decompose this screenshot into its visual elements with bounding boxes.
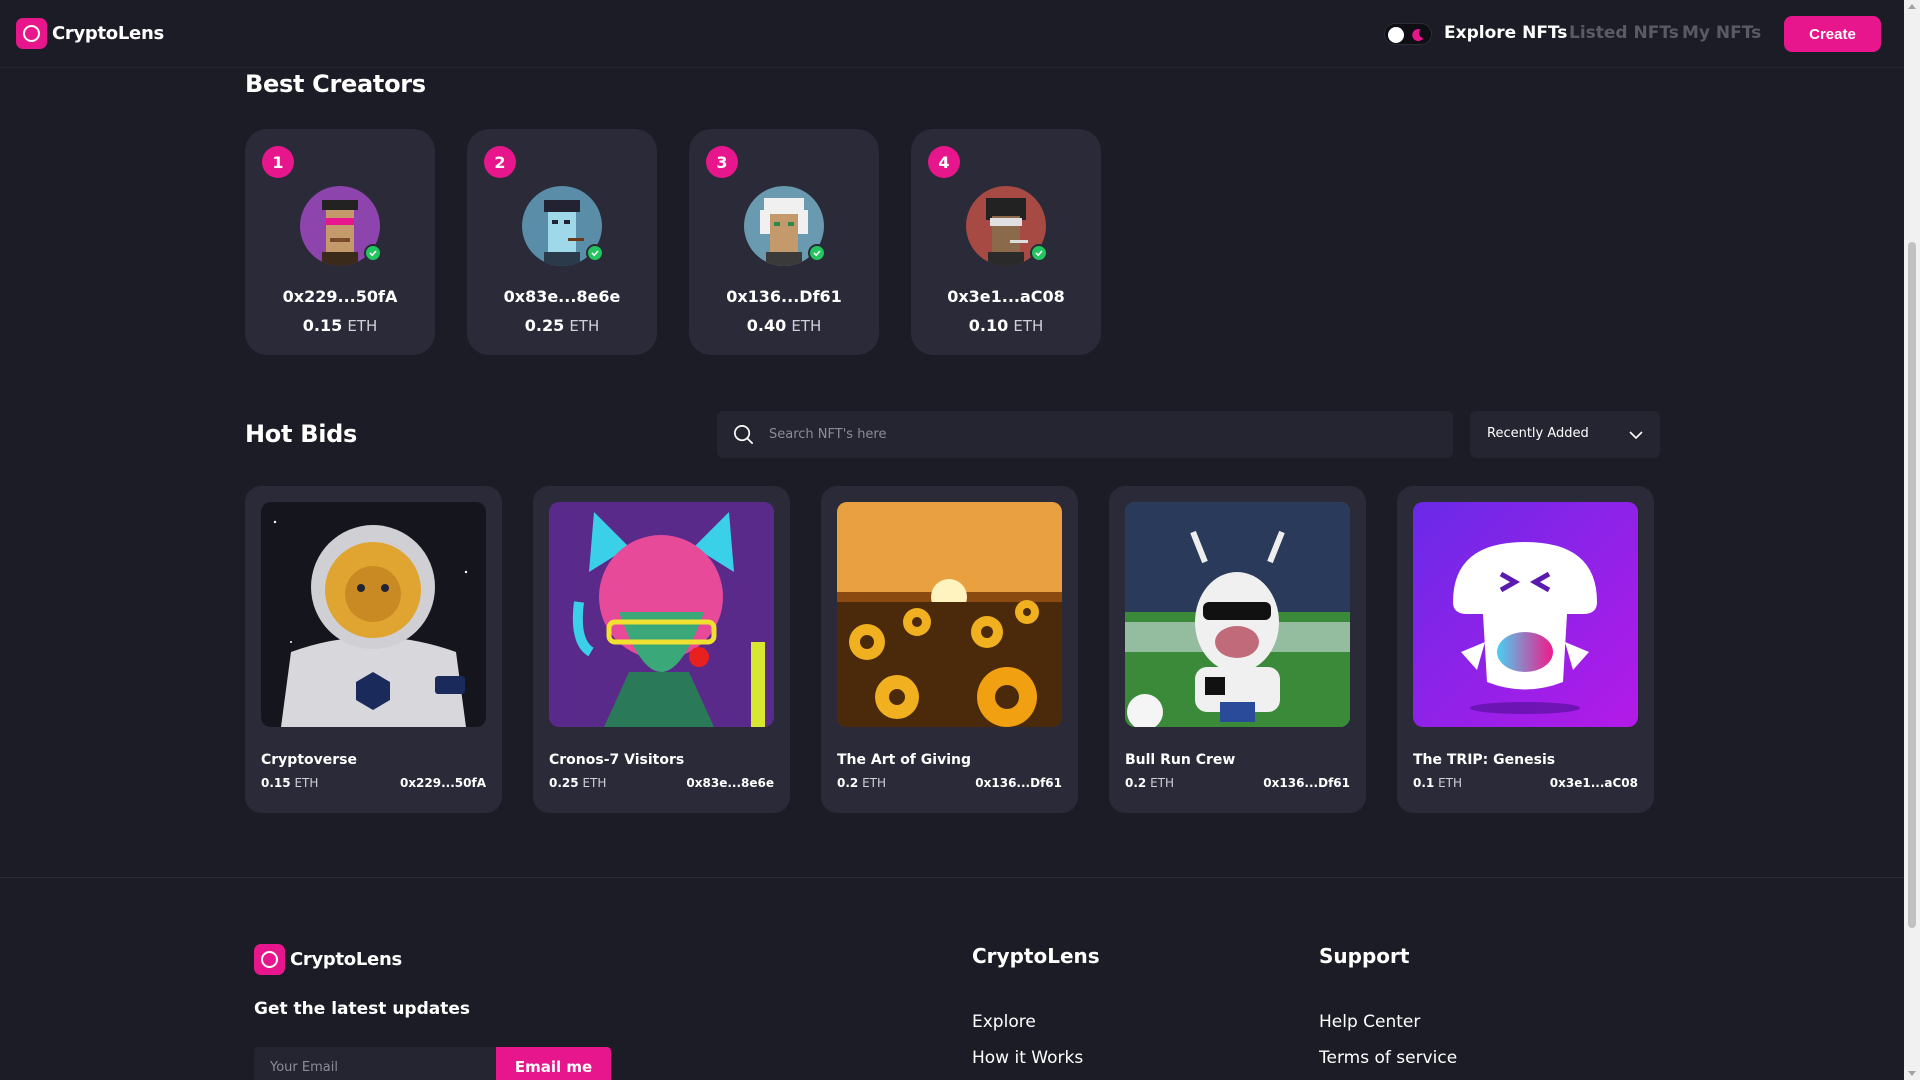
- creators-list: 1 0x229...50fA 0.15 ETH 2 0x83e...8e6e 0…: [245, 129, 1101, 355]
- search-input[interactable]: [769, 411, 1439, 458]
- nft-price: 0.2 ETH: [837, 776, 887, 790]
- nft-image[interactable]: [261, 502, 486, 727]
- nft-image[interactable]: [1125, 502, 1350, 727]
- rank-badge: 4: [928, 146, 960, 178]
- rank-badge: 1: [262, 146, 294, 178]
- creator-avatar: [522, 186, 604, 266]
- creator-volume: 0.15 ETH: [302, 316, 378, 335]
- hot-bids-list: Cryptoverse 0.15 ETH 0x229...50fA Cronos…: [245, 486, 1654, 813]
- nft-title: The TRIP: Genesis: [1413, 752, 1556, 768]
- nft-title: Cryptoverse: [261, 752, 357, 768]
- nft-card[interactable]: Cryptoverse 0.15 ETH 0x229...50fA: [245, 486, 502, 813]
- logo-text: CryptoLens: [52, 23, 164, 44]
- create-button[interactable]: Create: [1784, 16, 1881, 52]
- nft-owner: 0x136...Df61: [975, 776, 1062, 790]
- nft-owner: 0x83e...8e6e: [686, 776, 774, 790]
- toggle-knob: [1388, 27, 1404, 43]
- creator-address: 0x229...50fA: [282, 287, 398, 306]
- footer-link-terms-of-service[interactable]: Terms of service: [1319, 1048, 1457, 1068]
- creator-card[interactable]: 1 0x229...50fA 0.15 ETH: [245, 129, 435, 355]
- nav-my-nfts[interactable]: My NFTs: [1682, 23, 1761, 43]
- search-bar: [717, 411, 1453, 458]
- page: CryptoLens Explore NFTs Listed NFTs My N…: [0, 0, 1920, 1080]
- logo[interactable]: CryptoLens: [16, 18, 164, 49]
- creator-avatar: [744, 186, 826, 266]
- footer-column-title-support: Support: [1319, 944, 1410, 968]
- nft-card[interactable]: Bull Run Crew 0.2 ETH 0x136...Df61: [1109, 486, 1366, 813]
- nav-explore-nfts[interactable]: Explore NFTs: [1444, 23, 1567, 43]
- nft-owner: 0x229...50fA: [399, 776, 486, 790]
- creator-volume: 0.25 ETH: [524, 316, 600, 335]
- creator-card[interactable]: 2 0x83e...8e6e 0.25 ETH: [467, 129, 657, 355]
- footer-link-explore[interactable]: Explore: [972, 1012, 1036, 1032]
- newsletter-heading: Get the latest updates: [254, 999, 471, 1019]
- footer-link-how-it-works[interactable]: How it Works: [972, 1048, 1083, 1068]
- nft-image[interactable]: [837, 502, 1062, 727]
- creator-address: 0x136...Df61: [726, 287, 842, 306]
- email-me-button[interactable]: Email me: [496, 1047, 611, 1080]
- nft-card[interactable]: Cronos-7 Visitors 0.25 ETH 0x83e...8e6e: [533, 486, 790, 813]
- nft-price: 0.15 ETH: [261, 776, 319, 790]
- nft-image[interactable]: [1413, 502, 1638, 727]
- nft-card[interactable]: The TRIP: Genesis 0.1 ETH 0x3e1...aC08: [1397, 486, 1654, 813]
- rank-badge: 2: [484, 146, 516, 178]
- nft-price: 0.2 ETH: [1125, 776, 1175, 790]
- moon-icon: [1412, 29, 1424, 42]
- logo-icon: [16, 18, 47, 49]
- footer-link-help-center[interactable]: Help Center: [1319, 1012, 1420, 1032]
- search-icon: [734, 425, 753, 444]
- nft-owner: 0x136...Df61: [1263, 776, 1350, 790]
- nft-owner: 0x3e1...aC08: [1549, 776, 1638, 790]
- footer-logo[interactable]: CryptoLens: [254, 944, 402, 975]
- nav-listed-nfts[interactable]: Listed NFTs: [1569, 23, 1679, 43]
- creator-address: 0x83e...8e6e: [503, 287, 621, 306]
- sort-dropdown[interactable]: Recently Added: [1470, 411, 1660, 458]
- nft-price: 0.1 ETH: [1413, 776, 1463, 790]
- nft-title: Bull Run Crew: [1125, 752, 1236, 768]
- scrollbar[interactable]: [1904, 0, 1920, 1080]
- creator-avatar: [966, 186, 1048, 266]
- scroll-down-icon[interactable]: [1908, 1071, 1916, 1076]
- creator-card[interactable]: 4 0x3e1...aC08 0.10 ETH: [911, 129, 1101, 355]
- verified-icon: [586, 244, 604, 262]
- top-navbar: CryptoLens Explore NFTs Listed NFTs My N…: [0, 0, 1904, 68]
- nft-price: 0.25 ETH: [549, 776, 607, 790]
- verified-icon: [1030, 244, 1048, 262]
- nft-title: The Art of Giving: [837, 752, 971, 768]
- sort-selected-label: Recently Added: [1487, 426, 1589, 441]
- nft-image[interactable]: [549, 502, 774, 727]
- footer-divider: [0, 877, 1904, 878]
- hot-bids-title: Hot Bids: [245, 420, 357, 448]
- creator-volume: 0.40 ETH: [746, 316, 822, 335]
- scrollbar-thumb[interactable]: [1908, 242, 1916, 928]
- nft-title: Cronos-7 Visitors: [549, 752, 685, 768]
- scroll-up-icon[interactable]: [1908, 4, 1916, 9]
- best-creators-title: Best Creators: [245, 70, 426, 98]
- logo-text: CryptoLens: [290, 949, 402, 970]
- rank-badge: 3: [706, 146, 738, 178]
- footer-column-title-cryptolens: CryptoLens: [972, 944, 1100, 968]
- creator-address: 0x3e1...aC08: [947, 287, 1065, 306]
- creator-card[interactable]: 3 0x136...Df61 0.40 ETH: [689, 129, 879, 355]
- creator-volume: 0.10 ETH: [968, 316, 1044, 335]
- verified-icon: [364, 244, 382, 262]
- verified-icon: [808, 244, 826, 262]
- theme-toggle[interactable]: [1384, 23, 1432, 45]
- creator-avatar: [300, 186, 382, 266]
- email-field[interactable]: [254, 1047, 497, 1080]
- chevron-down-icon: [1629, 431, 1643, 440]
- nft-card[interactable]: The Art of Giving 0.2 ETH 0x136...Df61: [821, 486, 1078, 813]
- logo-icon: [254, 944, 285, 975]
